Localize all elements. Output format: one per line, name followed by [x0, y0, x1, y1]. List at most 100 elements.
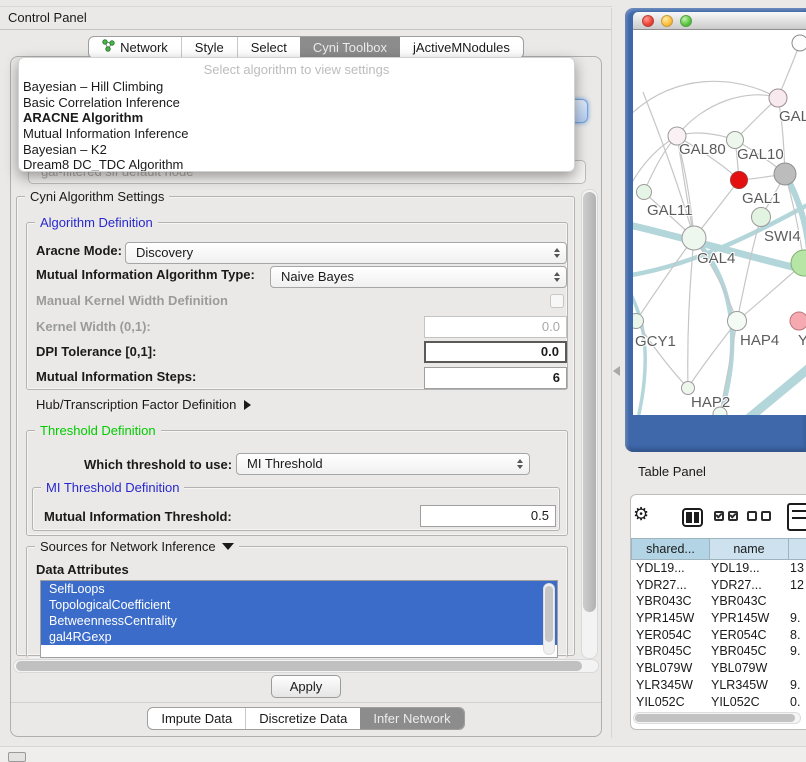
table-row[interactable]: YLR345WYLR345W9. — [631, 677, 805, 694]
column-header[interactable] — [788, 538, 806, 560]
algorithm-list: Bayesian – Hill ClimbingBasic Correlatio… — [19, 79, 574, 172]
table-row[interactable]: YDL19...YDL19...13 — [631, 560, 805, 577]
table-row[interactable]: YDR27...YDR27...12 — [631, 577, 805, 594]
attribute-item[interactable]: TopologicalCoefficient — [41, 597, 557, 613]
tab-style[interactable]: Style — [181, 37, 237, 58]
sources-title[interactable]: Sources for Network Inference — [35, 539, 239, 554]
table-cell: 9. — [787, 643, 805, 660]
algorithm-definition-title: Algorithm Definition — [35, 215, 158, 230]
spinner-icon — [517, 459, 523, 469]
table-row[interactable]: YPR145WYPR145W9. — [631, 610, 805, 627]
table-panel-title: Table Panel — [625, 458, 806, 486]
net-node-gal1[interactable] — [731, 172, 748, 189]
manual-kernel-width-label: Manual Kernel Width Definition — [36, 293, 228, 308]
network-canvas[interactable]: GALGAL80GAL10GAL1GAL11SWI4GAL4GCY1HAP4YH… — [633, 30, 806, 415]
algorithm-option-bayesian-k2[interactable]: Bayesian – K2 — [19, 142, 574, 158]
column-header[interactable]: name — [709, 538, 788, 560]
attribute-item[interactable]: BetweennessCentrality — [41, 613, 557, 629]
tab-impute-data[interactable]: Impute Data — [148, 708, 245, 729]
network-nodes: GALGAL80GAL10GAL1GAL11SWI4GAL4GCY1HAP4YH… — [633, 35, 806, 415]
mi-threshold-field[interactable]: 0.5 — [420, 505, 556, 527]
tab-infer-network[interactable]: Infer Network — [360, 708, 463, 729]
select-all-checkboxes-icon[interactable] — [714, 511, 738, 521]
column-view-icon[interactable] — [682, 508, 703, 527]
table-cell: 12 — [787, 577, 805, 594]
screen: Control Panel ✕ NetworkStyleSelectCyni T… — [0, 0, 806, 762]
table-row[interactable]: YBL079WYBL079W — [631, 660, 805, 677]
settings-vertical-scrollbar-thumb[interactable] — [583, 192, 596, 612]
tab-network[interactable]: Network — [89, 37, 181, 58]
table-row[interactable]: YBR043CYBR043C — [631, 593, 805, 610]
gear-icon[interactable]: ⚙ — [633, 503, 649, 525]
mi-threshold-definition-title: MI Threshold Definition — [41, 480, 184, 495]
settings-horizontal-scrollbar-thumb[interactable] — [16, 661, 582, 671]
table-horizontal-scrollbar-thumb[interactable] — [635, 714, 795, 722]
deselect-all-checkboxes-icon[interactable] — [747, 511, 771, 521]
which-threshold-label: Which threshold to use: — [84, 457, 232, 472]
table-cell: YLR345W — [708, 677, 787, 694]
attribute-item[interactable]: gal4RGexp — [41, 629, 557, 645]
table-cell: YDL19... — [631, 560, 708, 577]
sources-title-text: Sources for Network Inference — [40, 539, 216, 554]
attribute-item[interactable]: SelfLoops — [41, 581, 557, 597]
dock-icon[interactable] — [8, 752, 26, 762]
algorithm-option-bayesian-hill-climbing[interactable]: Bayesian – Hill Climbing — [19, 79, 574, 95]
net-node[interactable] — [792, 35, 806, 51]
manual-kernel-width-checkbox[interactable] — [550, 294, 564, 308]
algorithm-option-mutual-information-inference[interactable]: Mutual Information Inference — [19, 126, 574, 142]
algorithm-option-aracne-algorithm[interactable]: ARACNE Algorithm — [19, 110, 574, 126]
net-node-swi4[interactable] — [752, 208, 771, 227]
apply-button[interactable]: Apply — [271, 675, 342, 698]
close-traffic-light-icon[interactable] — [642, 15, 654, 27]
tab-select[interactable]: Select — [237, 37, 300, 58]
dpi-tolerance-field[interactable]: 0.0 — [424, 341, 567, 363]
aracne-mode-combobox[interactable]: Discovery — [125, 242, 567, 264]
tab-discretize-data[interactable]: Discretize Data — [245, 708, 360, 729]
tab-jactivemnodules[interactable]: jActiveMNodules — [400, 37, 523, 58]
algorithm-option-basic-correlation-inference[interactable]: Basic Correlation Inference — [19, 95, 574, 111]
net-node-y[interactable] — [790, 312, 806, 330]
net-node-hap4[interactable] — [728, 312, 747, 331]
net-node[interactable] — [774, 163, 796, 185]
table-cell: YBR045C — [631, 643, 708, 660]
zoom-traffic-light-icon[interactable] — [680, 15, 692, 27]
tab-label: Discretize Data — [259, 708, 347, 729]
net-node-label: SWI4 — [764, 228, 801, 245]
network-tab-icon — [102, 37, 115, 58]
dpi-tolerance-label: DPI Tolerance [0,1]: — [36, 344, 156, 359]
table-cell: YBR043C — [708, 593, 787, 610]
table-cell: YIL052C — [708, 694, 787, 711]
table-cell: YBR045C — [708, 643, 787, 660]
mi-algorithm-type-combobox[interactable]: Naive Bayes — [270, 266, 567, 288]
table-cell: YPR145W — [708, 610, 787, 627]
algorithm-option-dream8-dc-tdc-algorithm[interactable]: Dream8 DC_TDC Algorithm — [19, 157, 574, 172]
net-node-hap2[interactable] — [682, 382, 695, 395]
network-window-titlebar[interactable] — [633, 12, 806, 30]
list-scrollbar[interactable] — [543, 583, 555, 655]
splitter-collapse-icon[interactable] — [613, 366, 620, 376]
kernel-width-field[interactable]: 0.0 — [424, 316, 567, 338]
hub-definition-expander[interactable]: Hub/Transcription Factor Definition — [36, 397, 251, 412]
mi-steps-field[interactable]: 6 — [424, 367, 567, 389]
aracne-mode-label: Aracne Mode: — [36, 243, 122, 258]
bottom-tab-pill: Impute Data Discretize Data Infer Network — [147, 707, 464, 730]
minimize-traffic-light-icon[interactable] — [661, 15, 673, 27]
table-row[interactable]: YER054CYER054C8. — [631, 627, 805, 644]
table-document-icon[interactable] — [787, 503, 806, 531]
net-node-gal11[interactable] — [637, 185, 652, 200]
tab-label: jActiveMNodules — [413, 37, 510, 58]
which-threshold-combobox[interactable]: MI Threshold — [236, 453, 530, 475]
net-node-gal4[interactable] — [682, 226, 706, 250]
data-attributes-list[interactable]: SelfLoopsTopologicalCoefficientBetweenne… — [40, 580, 558, 658]
table-row[interactable]: YIL052CYIL052C0. — [631, 694, 805, 711]
control-panel-titlebar: Control Panel — [0, 6, 612, 30]
mi-algorithm-type-label: Mutual Information Algorithm Type: — [36, 267, 255, 282]
column-header[interactable]: shared... — [631, 538, 709, 560]
table-cell: YBL079W — [708, 660, 787, 677]
table-row[interactable]: YBR045CYBR045C9. — [631, 643, 805, 660]
net-node-label: GAL1 — [742, 190, 780, 207]
net-node-gcy1[interactable] — [633, 314, 644, 329]
tab-cyni-toolbox[interactable]: Cyni Toolbox — [300, 37, 400, 58]
net-node-gal[interactable] — [769, 89, 787, 107]
table-cell — [787, 593, 805, 610]
